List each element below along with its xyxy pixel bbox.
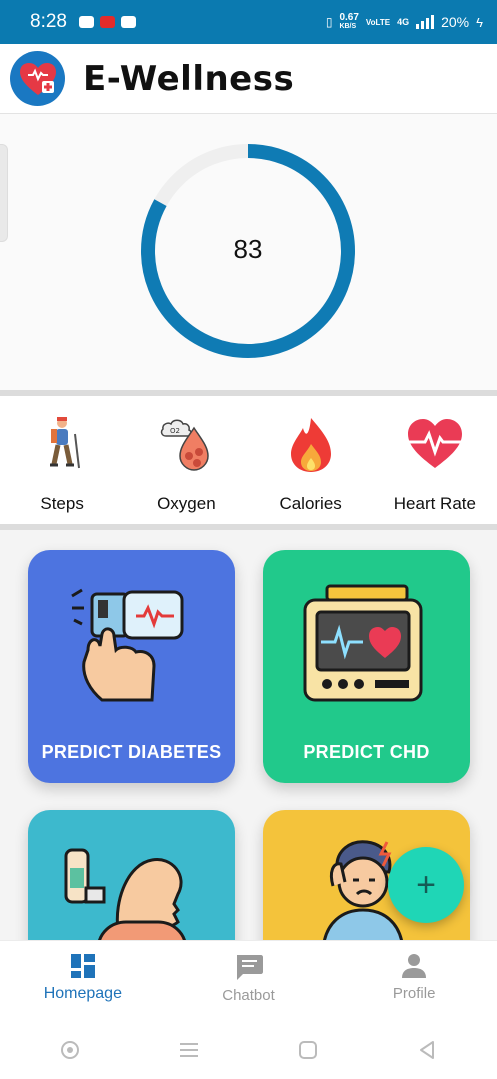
metric-heart-rate[interactable]: Heart Rate (373, 396, 497, 524)
metric-steps[interactable]: Steps (0, 396, 124, 524)
status-right: ▯ 0.67 KB/S VoLTE 4G 20% ϟ (326, 13, 483, 31)
signal-icon (416, 15, 435, 29)
metric-label: Oxygen (157, 494, 216, 513)
card-label: PREDICT DIABETES (41, 742, 222, 762)
app-title: E-Wellness (83, 58, 295, 99)
predict-asthma-card[interactable] (28, 810, 235, 940)
chat-notification-icon-2 (120, 16, 136, 28)
drawer-handle[interactable] (0, 144, 8, 242)
nav-label: Homepage (43, 985, 122, 1002)
predict-diabetes-card[interactable]: PREDICT DIABETES (28, 550, 235, 783)
heart-monitor-icon (303, 584, 423, 702)
nav-profile[interactable]: Profile (331, 941, 497, 1020)
metric-calories[interactable]: Calories (249, 396, 373, 524)
network-type: 4G (397, 17, 410, 27)
dashboard-icon (70, 954, 95, 978)
metrics-row: Steps O2 Oxygen Calories Heart Rate (0, 396, 497, 524)
vibrate-icon: ▯ (325, 15, 333, 29)
menu-icon[interactable] (178, 1039, 200, 1061)
inhaler-lungs-icon (64, 848, 186, 940)
hiker-icon (50, 417, 81, 469)
net-speed-value: 0.67 (339, 12, 359, 23)
status-time: 8:28 (30, 11, 67, 32)
battery-percent: 20% (441, 14, 470, 30)
svg-text:O2: O2 (170, 427, 180, 435)
glucose-meter-icon (71, 588, 184, 702)
oxygen-blood-icon: O2 (161, 419, 210, 471)
back-icon[interactable] (416, 1039, 438, 1061)
metric-label: Calories (279, 494, 342, 513)
score-value: 83 (233, 234, 263, 264)
bottom-nav: Homepage Chatbot Profile (0, 940, 497, 1020)
metric-label: Steps (40, 494, 84, 513)
screen: 8:28 ▯ 0.67 KB/S VoLTE 4G 20% ϟ E-Wellne… (0, 0, 497, 1079)
score-section: 83 (0, 114, 497, 390)
person-icon (402, 954, 427, 978)
flame-icon (290, 418, 331, 472)
plus-icon: + (416, 865, 436, 904)
heart-rate-icon (407, 419, 462, 468)
net-speed: 0.67 KB/S (339, 13, 358, 31)
system-nav-bar (0, 1020, 497, 1079)
metric-oxygen[interactable]: O2 Oxygen (124, 396, 248, 524)
predict-chd-card[interactable]: PREDICT CHD (263, 550, 470, 783)
status-bar: 8:28 ▯ 0.67 KB/S VoLTE 4G 20% ϟ (0, 0, 497, 44)
nav-label: Chatbot (222, 987, 275, 1004)
nav-chatbot[interactable]: Chatbot (166, 941, 332, 1020)
home-icon[interactable] (297, 1039, 319, 1061)
charging-icon: ϟ (476, 14, 483, 30)
notification-icons (78, 16, 136, 28)
chat-icon (236, 955, 263, 980)
heart-plus-icon (10, 51, 65, 106)
volte-label: VoLTE (365, 17, 391, 27)
card-label: PREDICT CHD (303, 742, 430, 762)
nav-homepage[interactable]: Homepage (0, 941, 166, 1020)
youtube-notification-icon (99, 16, 115, 28)
nav-label: Profile (392, 985, 436, 1002)
chat-notification-icon (78, 16, 94, 28)
net-speed-unit: KB/S (339, 23, 357, 30)
app-bar: E-Wellness (0, 44, 497, 114)
screenshot-icon[interactable] (59, 1039, 81, 1061)
add-fab-button[interactable]: + (388, 847, 464, 923)
metric-label: Heart Rate (393, 494, 476, 513)
